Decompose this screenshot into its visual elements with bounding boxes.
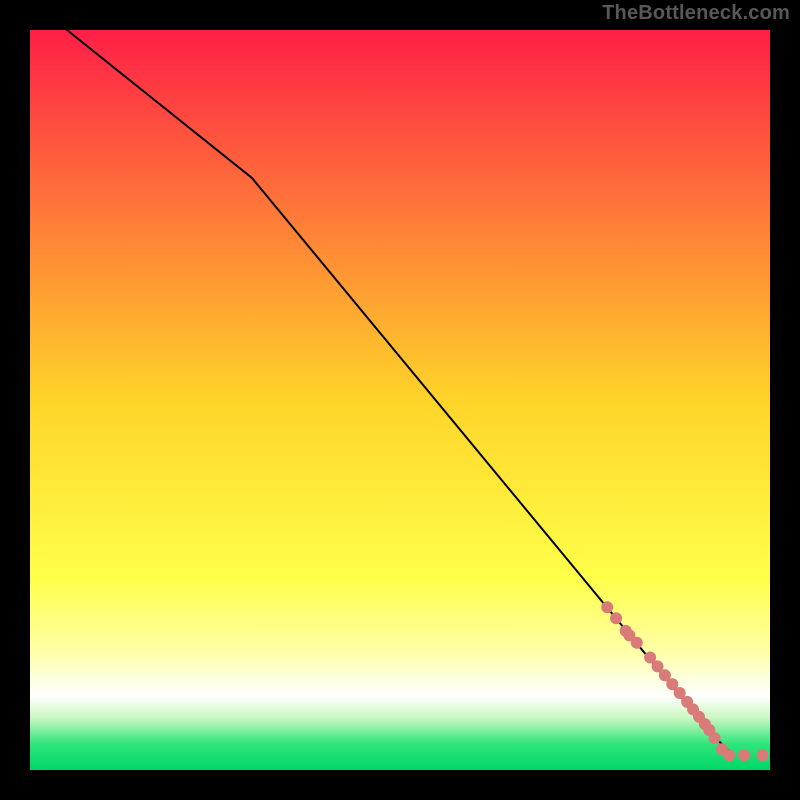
chart-root: TheBottleneck.com <box>0 0 800 800</box>
chart-background <box>30 30 770 770</box>
data-point <box>723 749 735 761</box>
watermark-text: TheBottleneck.com <box>602 2 790 25</box>
chart-svg <box>30 30 770 770</box>
data-point <box>738 749 750 761</box>
data-point <box>601 601 613 613</box>
data-point <box>709 732 721 744</box>
data-point <box>757 749 769 761</box>
plot-area <box>30 30 770 770</box>
data-point <box>631 637 643 649</box>
data-point <box>610 612 622 624</box>
